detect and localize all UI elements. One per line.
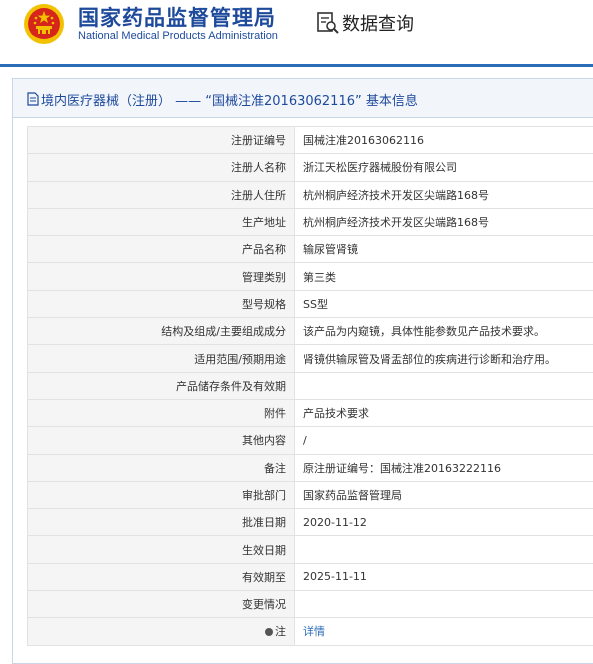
row-value: / <box>295 427 593 454</box>
row-value: 产品技术要求 <box>295 399 593 426</box>
row-value: 浙江天松医疗器械股份有限公司 <box>295 154 593 181</box>
row-label: 批准日期 <box>28 509 295 536</box>
row-value: 该产品为内窥镜，具体性能参数见产品技术要求。 <box>295 318 593 345</box>
row-value: 杭州桐庐经济技术开发区尖端路168号 <box>295 181 593 208</box>
table-row: 附件 产品技术要求 <box>28 399 593 426</box>
row-label: 附件 <box>28 399 295 426</box>
org-name-cn: 国家药品监督管理局 <box>78 2 276 32</box>
table-row: 注册人住所 杭州桐庐经济技术开发区尖端路168号 <box>28 181 593 208</box>
row-label: 审批部门 <box>28 481 295 508</box>
note-row: 注 详情 <box>28 618 593 645</box>
row-label: 生效日期 <box>28 536 295 563</box>
table-row: 结构及组成/主要组成成分 该产品为内窥镜，具体性能参数见产品技术要求。 <box>28 318 593 345</box>
row-value: 国家药品监督管理局 <box>295 481 593 508</box>
table-row: 生效日期 <box>28 536 593 563</box>
row-value: 杭州桐庐经济技术开发区尖端路168号 <box>295 208 593 235</box>
header-divider <box>0 64 593 67</box>
row-label: 生产地址 <box>28 208 295 235</box>
table-row: 适用范围/预期用途 肾镜供输尿管及肾盂部位的疾病进行诊断和治疗用。 <box>28 345 593 372</box>
note-label: 注 <box>275 625 286 638</box>
note-label-cell: 注 <box>28 618 295 645</box>
row-label: 适用范围/预期用途 <box>28 345 295 372</box>
org-name-en: National Medical Products Administration <box>78 30 278 42</box>
row-label: 注册人住所 <box>28 181 295 208</box>
table-row: 型号规格 SS型 <box>28 290 593 317</box>
row-value <box>295 591 593 618</box>
row-label: 注册证编号 <box>28 127 295 154</box>
document-icon <box>27 92 39 106</box>
note-value-cell: 详情 <box>295 618 593 645</box>
panel-title-bar: 境内医疗器械（注册） —— “国械注准20163062116” 基本信息 <box>13 79 593 118</box>
table-row: 注册证编号 国械注准20163062116 <box>28 127 593 154</box>
row-label: 其他内容 <box>28 427 295 454</box>
national-emblem-icon <box>22 2 66 46</box>
table-row: 生产地址 杭州桐庐经济技术开发区尖端路168号 <box>28 208 593 235</box>
site-header: 国家药品监督管理局 National Medical Products Admi… <box>0 0 593 64</box>
row-label: 变更情况 <box>28 591 295 618</box>
document-search-icon[interactable] <box>316 11 340 35</box>
row-label: 备注 <box>28 454 295 481</box>
pin-icon <box>265 628 273 636</box>
row-value <box>295 372 593 399</box>
row-label: 产品名称 <box>28 236 295 263</box>
row-value: 国械注准20163062116 <box>295 127 593 154</box>
table-row: 批准日期 2020-11-12 <box>28 509 593 536</box>
row-label: 注册人名称 <box>28 154 295 181</box>
row-label: 结构及组成/主要组成成分 <box>28 318 295 345</box>
table-row: 注册人名称 浙江天松医疗器械股份有限公司 <box>28 154 593 181</box>
row-label: 管理类别 <box>28 263 295 290</box>
table-row: 其他内容 / <box>28 427 593 454</box>
row-value: 肾镜供输尿管及肾盂部位的疾病进行诊断和治疗用。 <box>295 345 593 372</box>
table-row: 产品名称 输尿管肾镜 <box>28 236 593 263</box>
row-label: 产品储存条件及有效期 <box>28 372 295 399</box>
info-table: 注册证编号 国械注准20163062116 注册人名称 浙江天松医疗器械股份有限… <box>27 126 593 646</box>
row-label: 有效期至 <box>28 563 295 590</box>
table-row: 有效期至 2025-11-11 <box>28 563 593 590</box>
panel-title: 境内医疗器械（注册） —— “国械注准20163062116” 基本信息 <box>41 90 418 109</box>
row-value: 2025-11-11 <box>295 563 593 590</box>
table-row: 变更情况 <box>28 591 593 618</box>
data-query-link[interactable]: 数据查询 <box>342 10 414 36</box>
table-row: 产品储存条件及有效期 <box>28 372 593 399</box>
row-value: 原注册证编号：国械注准20163222116 <box>295 454 593 481</box>
table-row: 备注 原注册证编号：国械注准20163222116 <box>28 454 593 481</box>
row-value <box>295 536 593 563</box>
table-row: 管理类别 第三类 <box>28 263 593 290</box>
detail-panel: 境内医疗器械（注册） —— “国械注准20163062116” 基本信息 注册证… <box>12 78 593 664</box>
row-value: 输尿管肾镜 <box>295 236 593 263</box>
row-value: 第三类 <box>295 263 593 290</box>
row-label: 型号规格 <box>28 290 295 317</box>
row-value: SS型 <box>295 290 593 317</box>
details-link[interactable]: 详情 <box>303 625 325 638</box>
row-value: 2020-11-12 <box>295 509 593 536</box>
table-row: 审批部门 国家药品监督管理局 <box>28 481 593 508</box>
